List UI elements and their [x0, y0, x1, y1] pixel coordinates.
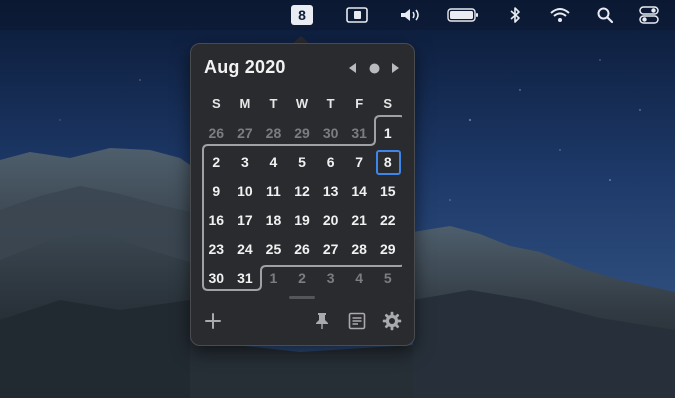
- day-cell[interactable]: 9: [202, 183, 231, 199]
- day-cell[interactable]: 24: [231, 241, 260, 257]
- day-cell[interactable]: 28: [259, 125, 288, 141]
- day-cell[interactable]: 30: [316, 125, 345, 141]
- calendar-date-badge[interactable]: 8: [291, 5, 313, 25]
- settings-gear-icon: [382, 311, 402, 331]
- day-cell[interactable]: 27: [316, 241, 345, 257]
- calendar-grid: S M T W T F S 26 27 28 29 30 31 1 2 3 4 …: [202, 89, 402, 292]
- day-cell[interactable]: 6: [316, 154, 345, 170]
- day-cell[interactable]: 13: [316, 183, 345, 199]
- volume-icon[interactable]: [398, 0, 422, 30]
- day-cell[interactable]: 5: [373, 270, 402, 286]
- day-cell[interactable]: 20: [316, 212, 345, 228]
- previous-month-button[interactable]: [347, 61, 359, 75]
- day-cell[interactable]: 1: [259, 270, 288, 286]
- week-row: 30 31 1 2 3 4 5: [202, 263, 402, 292]
- control-center-icon[interactable]: [637, 0, 661, 30]
- day-cell[interactable]: 26: [288, 241, 317, 257]
- notes-icon: [348, 312, 366, 330]
- day-cell[interactable]: 14: [345, 183, 374, 199]
- chevron-left-icon: [349, 63, 356, 73]
- day-cell[interactable]: 21: [345, 212, 374, 228]
- week-row: 26 27 28 29 30 31 1: [202, 118, 402, 147]
- day-cell[interactable]: 28: [345, 241, 374, 257]
- pin-icon: [316, 313, 328, 329]
- day-cell[interactable]: 5: [288, 154, 317, 170]
- add-icon: [205, 313, 221, 329]
- today-day-cell[interactable]: 8: [373, 149, 402, 175]
- day-cell[interactable]: 29: [288, 125, 317, 141]
- day-cell[interactable]: 7: [345, 154, 374, 170]
- day-cell[interactable]: 26: [202, 125, 231, 141]
- notes-button[interactable]: [345, 309, 369, 333]
- day-cell[interactable]: 18: [259, 212, 288, 228]
- day-cell[interactable]: 22: [373, 212, 402, 228]
- dot-icon: [369, 63, 379, 73]
- calendar-popover: Aug 2020 S M T W T F S 26 27 28 29 30 31…: [190, 43, 415, 346]
- weekday-label: F: [355, 96, 364, 111]
- day-cell[interactable]: 30: [202, 270, 231, 286]
- wifi-icon[interactable]: [548, 0, 572, 30]
- weekday-label: W: [295, 96, 309, 111]
- screen-mirror-icon[interactable]: [344, 0, 370, 30]
- day-cell[interactable]: 11: [259, 183, 288, 199]
- today-button[interactable]: [367, 61, 381, 75]
- day-cell[interactable]: 29: [373, 241, 402, 257]
- day-cell[interactable]: 16: [202, 212, 231, 228]
- day-cell[interactable]: 3: [231, 154, 260, 170]
- week-row: 2 3 4 5 6 7 8: [202, 147, 402, 176]
- add-event-button[interactable]: [201, 309, 225, 333]
- day-cell[interactable]: 2: [288, 270, 317, 286]
- day-cell[interactable]: 27: [231, 125, 260, 141]
- pin-button[interactable]: [310, 309, 334, 333]
- settings-button[interactable]: [380, 309, 404, 333]
- day-cell[interactable]: 4: [345, 270, 374, 286]
- week-row: 16 17 18 19 20 21 22: [202, 205, 402, 234]
- day-cell[interactable]: 1: [373, 125, 402, 141]
- weekday-header-row: S M T W T F S: [202, 89, 402, 118]
- search-icon[interactable]: [594, 0, 616, 30]
- day-cell[interactable]: 12: [288, 183, 317, 199]
- week-row: 23 24 25 26 27 28 29: [202, 234, 402, 263]
- day-cell[interactable]: 15: [373, 183, 402, 199]
- battery-icon[interactable]: [446, 0, 480, 30]
- day-cell[interactable]: 17: [231, 212, 260, 228]
- day-cell[interactable]: 31: [345, 125, 374, 141]
- day-cell[interactable]: 25: [259, 241, 288, 257]
- resize-handle[interactable]: [289, 296, 315, 299]
- month-title: Aug 2020: [204, 57, 286, 77]
- day-cell[interactable]: 2: [202, 154, 231, 170]
- day-cell[interactable]: 10: [231, 183, 260, 199]
- weekday-label: S: [383, 96, 393, 111]
- weekday-label: T: [269, 96, 278, 111]
- next-month-button[interactable]: [389, 61, 401, 75]
- bluetooth-icon[interactable]: [505, 0, 525, 30]
- day-cell[interactable]: 23: [202, 241, 231, 257]
- day-cell[interactable]: 31: [231, 270, 260, 286]
- weekday-label: S: [211, 96, 221, 111]
- menu-bar: 8: [0, 0, 675, 30]
- chevron-right-icon: [392, 63, 399, 73]
- week-row: 9 10 11 12 13 14 15: [202, 176, 402, 205]
- weekday-label: T: [326, 96, 335, 111]
- day-cell[interactable]: 3: [316, 270, 345, 286]
- day-cell[interactable]: 4: [259, 154, 288, 170]
- weekday-label: M: [239, 96, 251, 111]
- day-cell[interactable]: 19: [288, 212, 317, 228]
